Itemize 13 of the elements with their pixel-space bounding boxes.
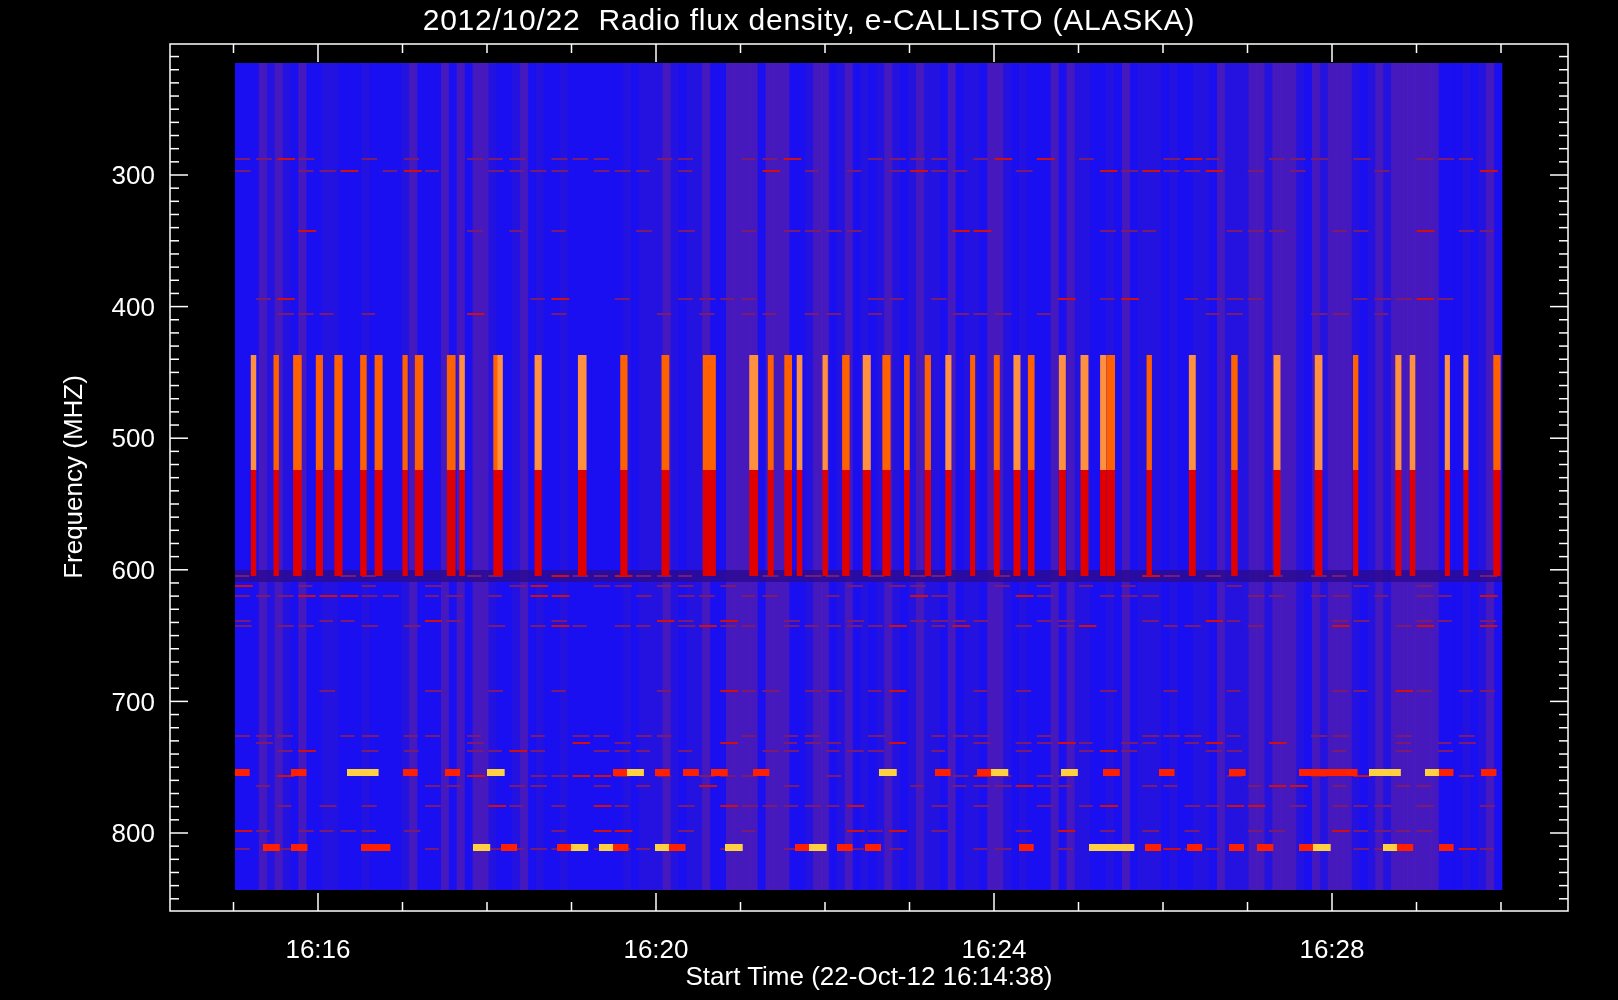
- y-tick-label: 500: [111, 423, 155, 453]
- x-tick-label: 16:24: [961, 934, 1027, 964]
- chart-title: 2012/10/22 Radio flux density, e-CALLISTO (ALASKA): [422, 5, 1196, 35]
- y-tick-label: 300: [111, 160, 155, 190]
- x-tick-label: 16:28: [1299, 934, 1365, 964]
- x-tick-label: 16:16: [285, 934, 351, 964]
- y-tick-label: 600: [111, 555, 155, 585]
- x-axis-label: Start Time (22-Oct-12 16:14:38): [685, 961, 1053, 991]
- y-tick-label: 400: [111, 292, 155, 322]
- y-tick-label: 800: [111, 818, 155, 848]
- x-tick-label: 16:20: [623, 934, 689, 964]
- y-axis-label: Frequency (MHZ): [58, 375, 88, 579]
- y-tick-label: 700: [111, 687, 155, 717]
